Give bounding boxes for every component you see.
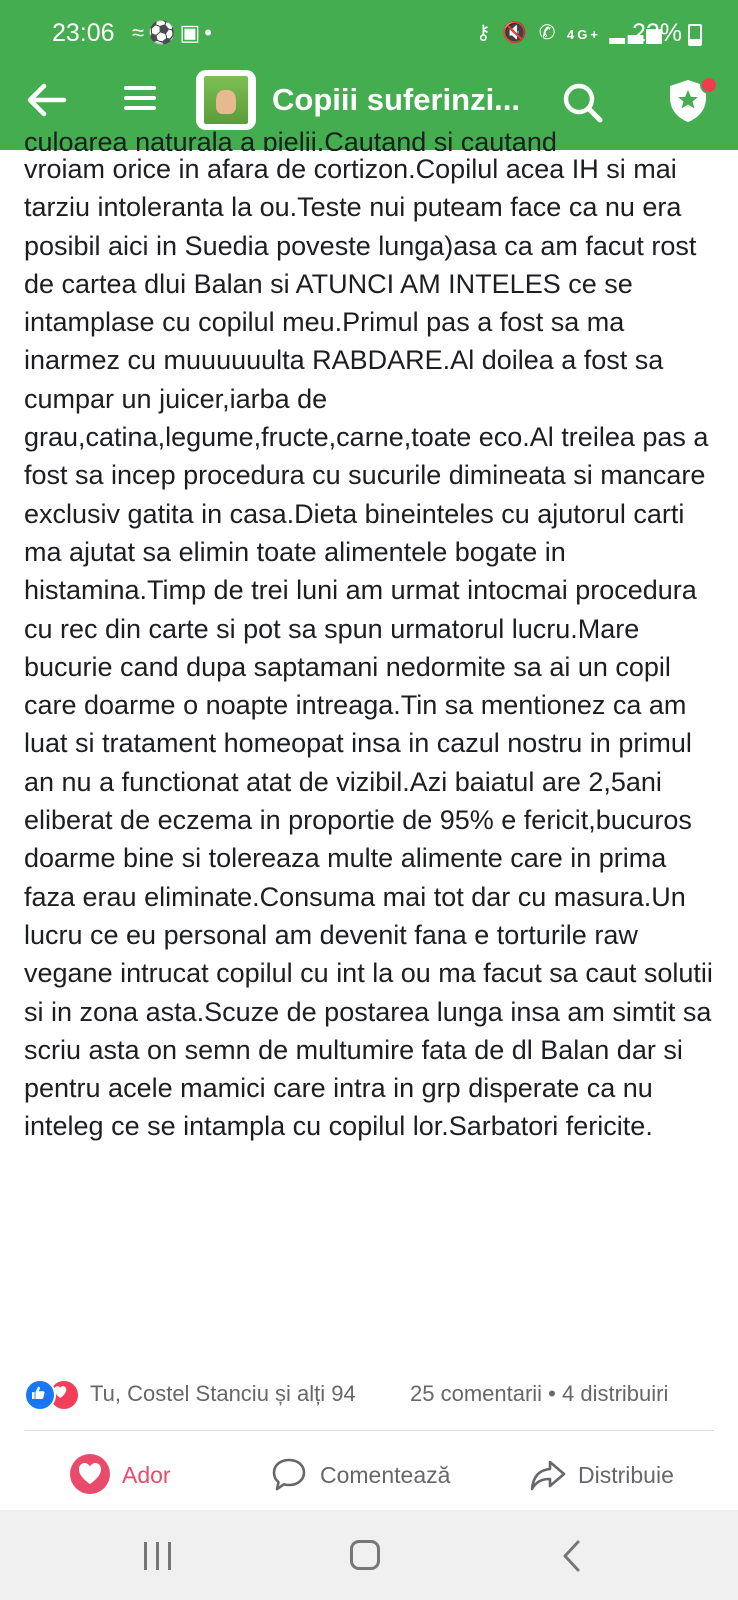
post-text: vroiam orice in afara de cortizon.Copilu…: [24, 154, 713, 1142]
comment-icon: [272, 1458, 306, 1491]
comments-shares-count[interactable]: 25 comentarii • 4 distribuiri: [410, 1381, 668, 1407]
system-nav-bar: [0, 1510, 738, 1600]
battery-percent: 22%: [632, 19, 683, 47]
status-time: 23:06: [52, 19, 115, 47]
share-label: Distribuie: [578, 1462, 674, 1488]
key-icon: ⚷: [476, 22, 494, 44]
post-text-partial: culoarea naturala a pielii.Cautand si ca…: [24, 127, 557, 151]
share-button[interactable]: Distribuie: [528, 1450, 698, 1498]
comment-label: Comentează: [320, 1462, 451, 1488]
like-reaction-icon: [24, 1379, 56, 1411]
group-avatar[interactable]: [196, 70, 256, 130]
divider: [24, 1430, 714, 1431]
status-bar: 23:06 ≈⚽▣• ⚷ 🔇 ✆ 4G+ ▂▃▅ 22%: [0, 14, 738, 54]
love-icon: [70, 1454, 110, 1494]
comment-button[interactable]: Comentează: [270, 1450, 470, 1498]
search-icon[interactable]: [560, 80, 604, 124]
share-icon: [530, 1460, 566, 1491]
post-actions: Ador Comentează Distribuie: [0, 1440, 738, 1510]
reactors-text[interactable]: Tu, Costel Stanciu și alți 94: [90, 1381, 356, 1407]
notification-icons: ≈⚽▣•: [132, 20, 216, 46]
system-back-icon[interactable]: [560, 1538, 584, 1574]
reaction-summary[interactable]: Tu, Costel Stanciu și alți 94 25 comenta…: [24, 1376, 714, 1412]
network-type: 4G+: [567, 27, 601, 42]
wifi-calling-icon: ≈: [132, 20, 149, 45]
soccer-ball-icon: ⚽: [148, 20, 180, 45]
menu-icon[interactable]: [124, 80, 158, 116]
react-label: Ador: [122, 1462, 171, 1488]
back-arrow-icon[interactable]: [24, 78, 68, 122]
dot-icon: •: [204, 20, 216, 45]
notification-dot: [700, 76, 718, 94]
volte-icon: ✆: [538, 22, 559, 44]
home-icon[interactable]: [350, 1540, 380, 1570]
post-body: culoarea naturala a pielii.Cautand si ca…: [24, 127, 724, 1146]
mute-icon: 🔇: [502, 22, 531, 44]
recents-icon[interactable]: [144, 1542, 174, 1570]
group-title[interactable]: Copiii suferinzi...: [272, 82, 532, 118]
admin-shield-icon[interactable]: [664, 76, 718, 124]
image-icon: ▣: [179, 20, 205, 45]
react-button[interactable]: Ador: [70, 1450, 190, 1498]
battery-icon: [688, 24, 702, 46]
